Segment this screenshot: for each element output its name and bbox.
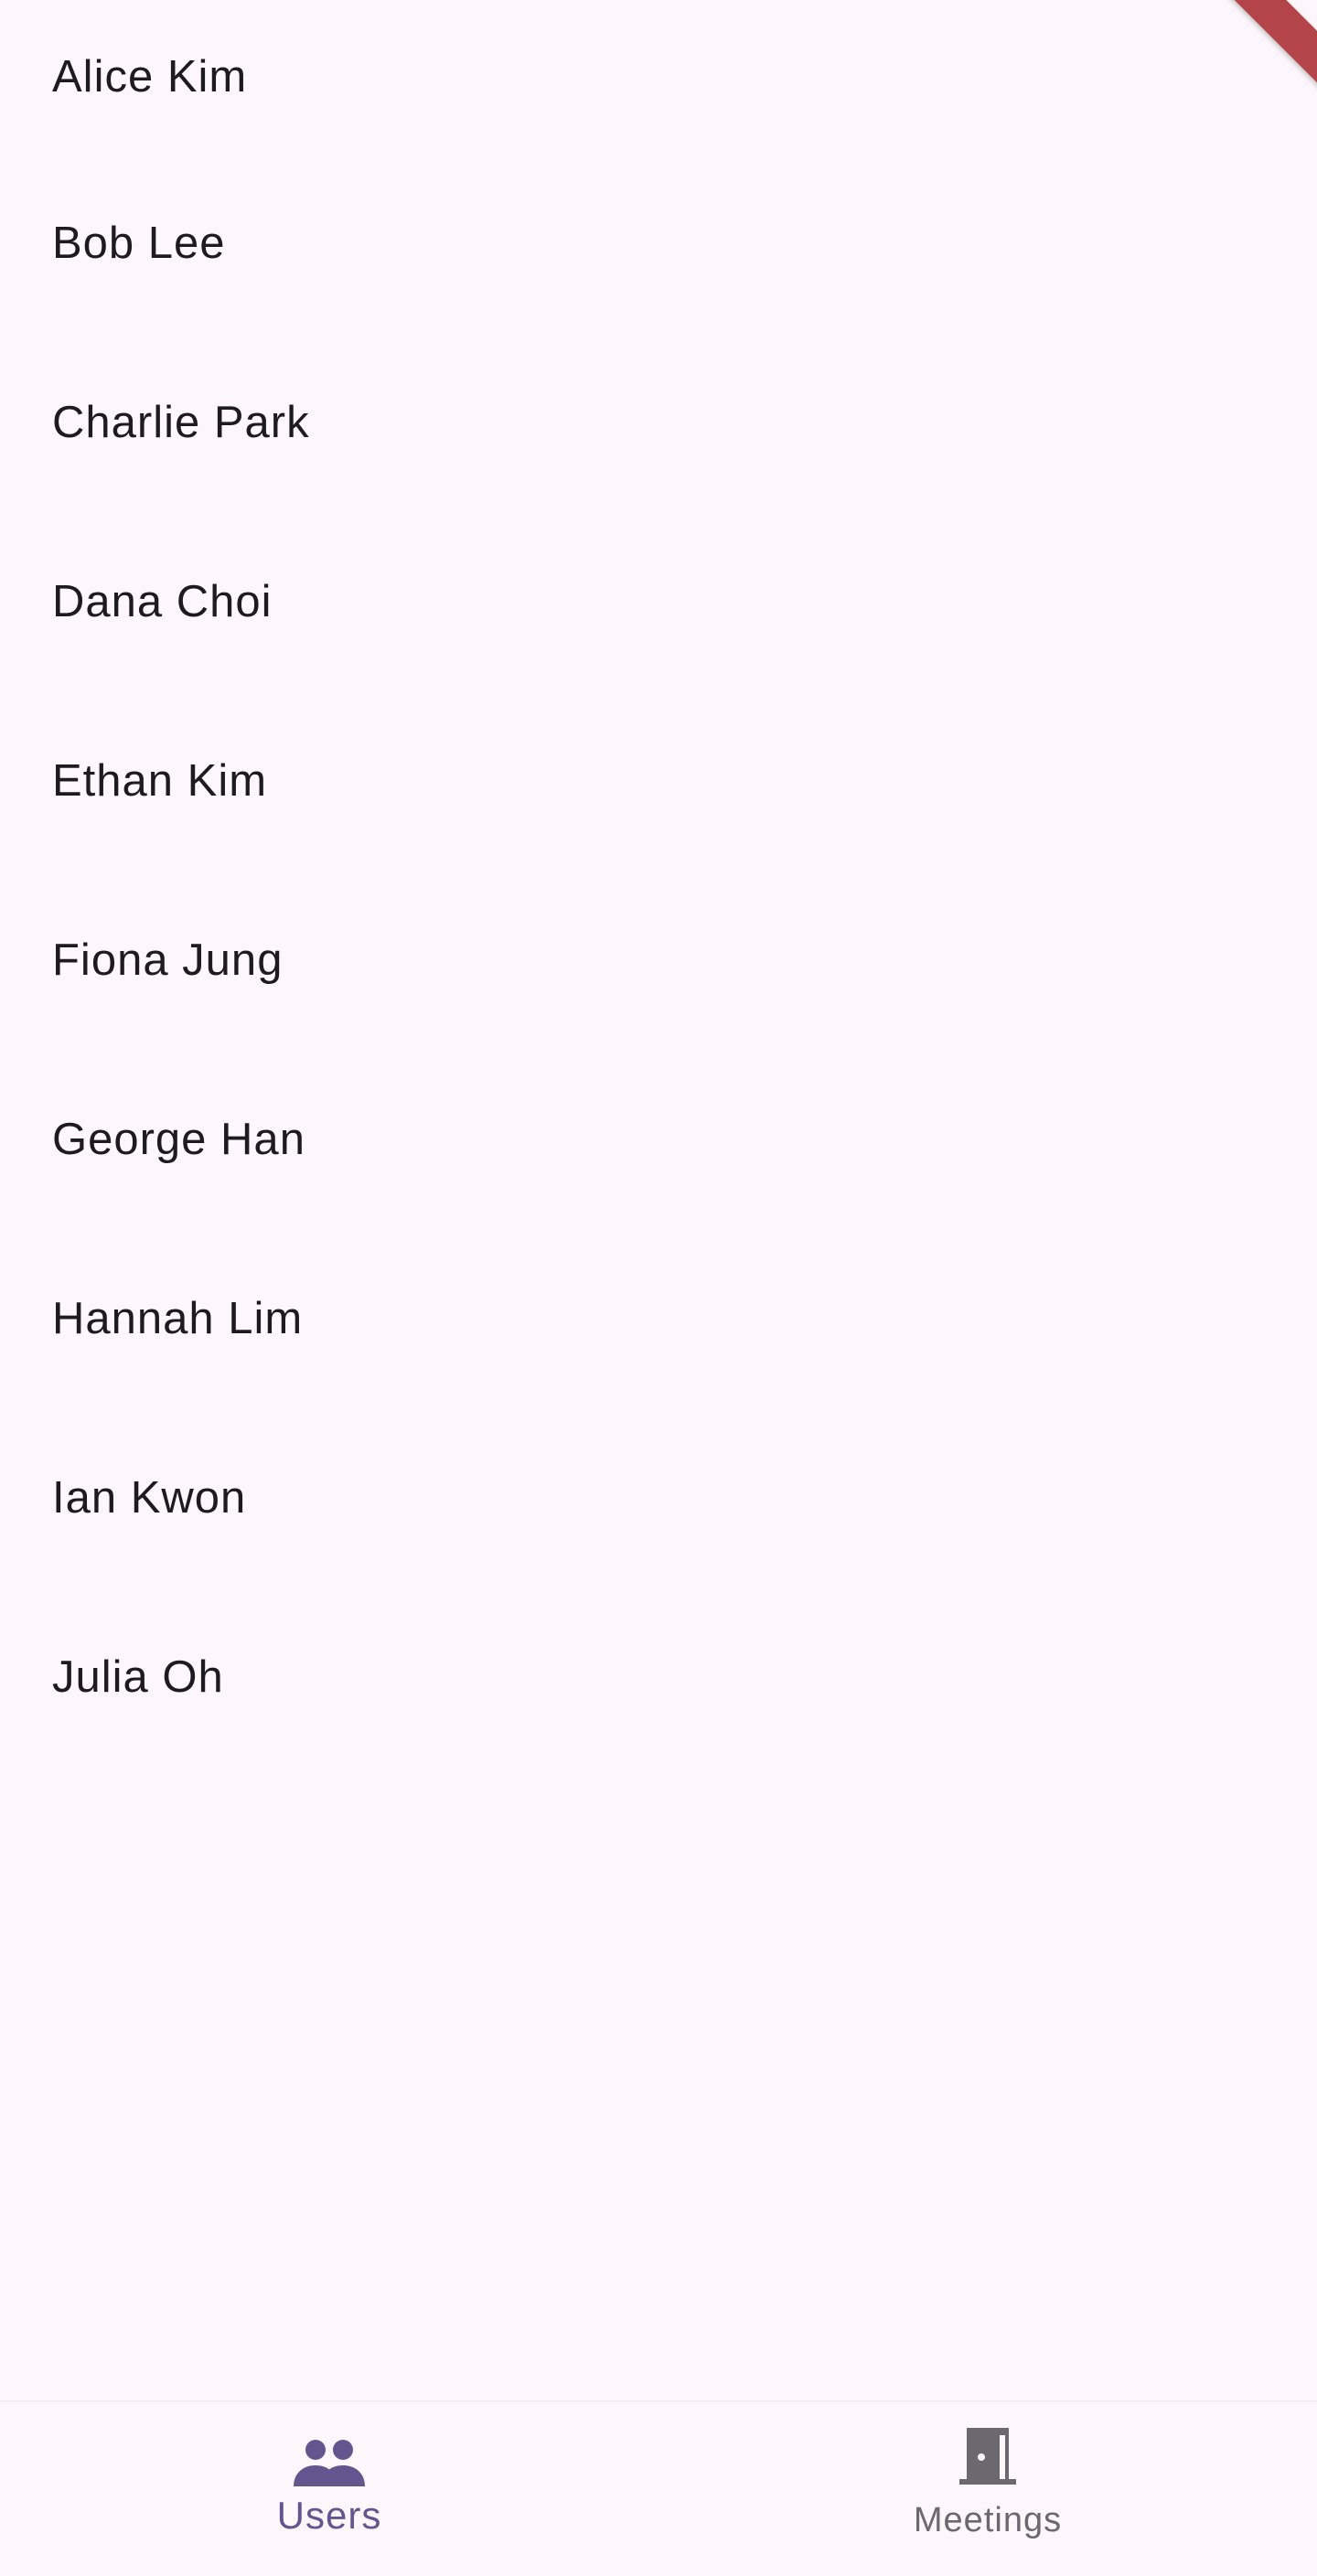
user-name: Ethan Kim [52,756,268,806]
list-item[interactable]: George Han [0,1050,1317,1229]
user-name: Fiona Jung [52,935,284,985]
user-name: Hannah Lim [52,1294,304,1343]
user-name: Ian Kwon [52,1473,247,1523]
user-name: Charlie Park [52,398,310,447]
list-item[interactable]: Hannah Lim [0,1229,1317,1408]
user-name: Julia Oh [52,1652,224,1702]
list-item[interactable]: Bob Lee [0,154,1317,333]
bottom-navigation-bar: Users Meetings [0,2400,1317,2576]
user-name: Dana Choi [52,577,273,626]
list-item[interactable]: Fiona Jung [0,871,1317,1050]
nav-label-users: Users [276,2494,382,2537]
user-name: George Han [52,1115,305,1164]
door-icon [959,2428,1016,2485]
nav-label-meetings: Meetings [913,2501,1063,2539]
people-icon [294,2440,365,2486]
user-name: Bob Lee [52,219,226,268]
list-item[interactable]: Charlie Park [0,333,1317,512]
list-item[interactable]: Ian Kwon [0,1408,1317,1587]
list-item[interactable]: Alice Kim [0,0,1317,154]
nav-item-users[interactable]: Users [0,2402,658,2576]
list-item[interactable]: Dana Choi [0,512,1317,691]
list-item[interactable]: Ethan Kim [0,691,1317,871]
user-name: Alice Kim [52,52,248,102]
debug-banner [1207,0,1317,110]
debug-banner-strip [1207,0,1317,102]
nav-item-meetings[interactable]: Meetings [658,2402,1317,2576]
list-item[interactable]: Julia Oh [0,1587,1317,1767]
user-list: Alice Kim Bob Lee Charlie Park Dana Choi… [0,0,1317,1767]
